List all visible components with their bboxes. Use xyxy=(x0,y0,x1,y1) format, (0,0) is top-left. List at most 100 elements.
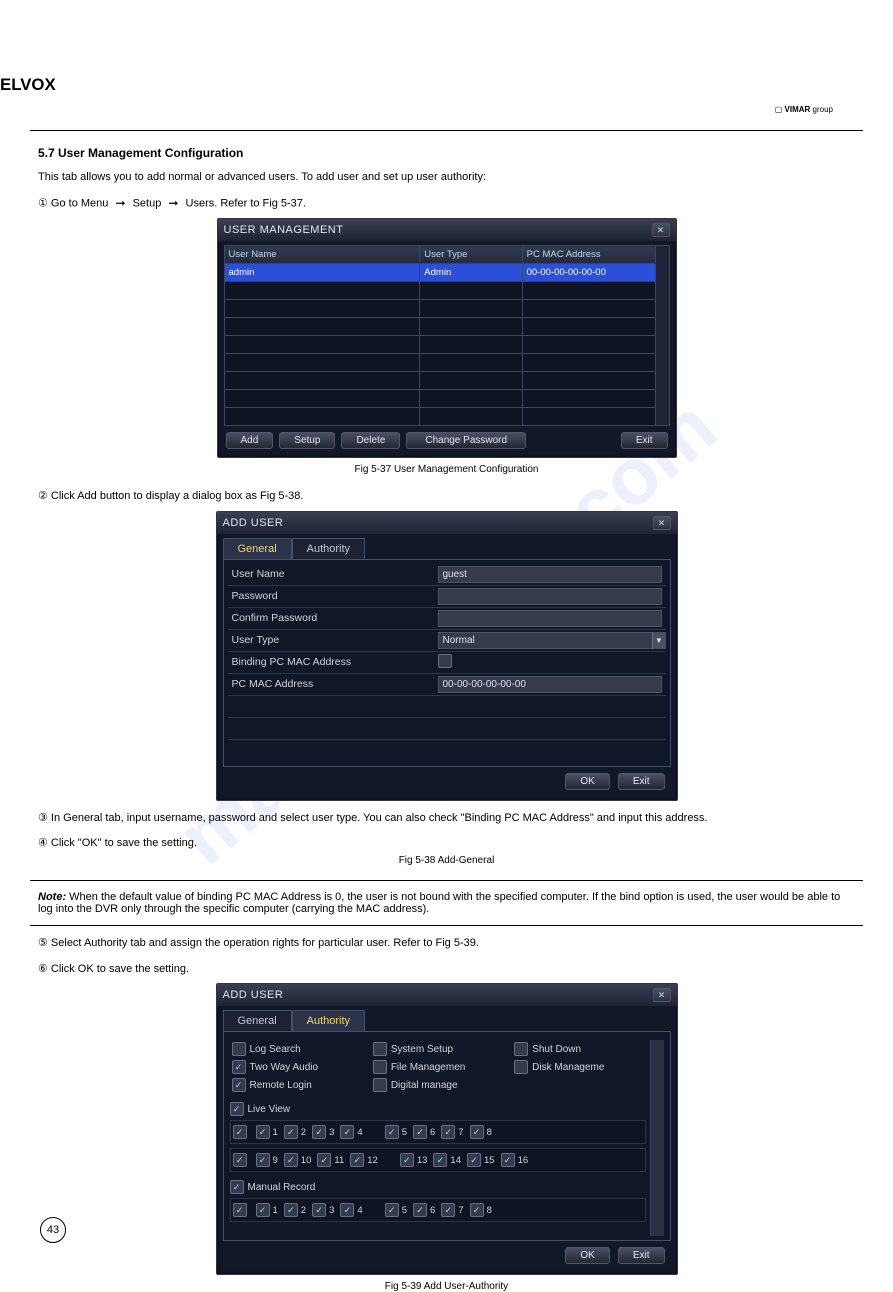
ok-button[interactable]: OK xyxy=(565,1247,609,1264)
svg-text:ELVOX: ELVOX xyxy=(0,75,56,94)
note-title: Note: xyxy=(38,891,66,903)
channel-checkbox[interactable]: ✓6 xyxy=(413,1125,435,1139)
tab-authority[interactable]: Authority xyxy=(292,1010,365,1031)
perm-remote-login[interactable]: ✓Remote Login xyxy=(232,1078,361,1092)
channel-checkbox[interactable]: ✓6 xyxy=(413,1203,435,1217)
tab-general[interactable]: General xyxy=(223,538,292,559)
tab-general[interactable]: General xyxy=(223,1010,292,1031)
perm-two-way-audio[interactable]: ✓Two Way Audio xyxy=(232,1060,361,1074)
section-heading: 5.7 User Management Configuration xyxy=(38,146,863,160)
perm-system-setup[interactable]: System Setup xyxy=(373,1042,502,1056)
perm-log-search[interactable]: Log Search xyxy=(232,1042,361,1056)
user-management-window: USER MANAGEMENT ✕ User Name User Type PC… xyxy=(217,218,677,458)
table-row xyxy=(224,372,669,390)
manual-record-label: Manual Record xyxy=(248,1182,316,1193)
channel-checkbox[interactable]: ✓7 xyxy=(441,1203,463,1217)
confirm-password-input[interactable] xyxy=(438,610,662,627)
vimar-text: VIMAR xyxy=(785,105,811,114)
tab-panel-general: User Name Password Confirm Password User… xyxy=(223,559,671,767)
channel-checkbox[interactable]: ✓ xyxy=(233,1153,250,1167)
channel-checkbox[interactable]: ✓8 xyxy=(470,1203,492,1217)
channel-checkbox[interactable]: ✓12 xyxy=(350,1153,378,1167)
perm-label: File Managemen xyxy=(391,1062,465,1073)
add-user-title: ADD USER xyxy=(223,517,284,529)
channel-checkbox[interactable]: ✓10 xyxy=(284,1153,312,1167)
add-user-titlebar: ADD USER ✕ xyxy=(217,512,677,534)
exit-button[interactable]: Exit xyxy=(618,1247,665,1264)
note-body: When the default value of binding PC MAC… xyxy=(38,891,840,915)
table-row xyxy=(224,300,669,318)
channel-checkbox[interactable]: ✓1 xyxy=(256,1203,278,1217)
table-row xyxy=(224,282,669,300)
pc-mac-input[interactable] xyxy=(438,676,662,693)
exit-button[interactable]: Exit xyxy=(618,773,665,790)
perm-label: System Setup xyxy=(391,1044,453,1055)
perm-empty xyxy=(514,1078,643,1092)
label-user-type: User Type xyxy=(228,634,438,646)
channel-checkbox[interactable]: ✓ xyxy=(233,1203,250,1217)
step1-pre: ① Go to Menu xyxy=(38,198,108,210)
tab-panel-authority: Log Search System Setup Shut Down ✓Two W… xyxy=(223,1031,671,1241)
channel-checkbox[interactable]: ✓1 xyxy=(256,1125,278,1139)
table-row[interactable]: admin Admin 00-00-00-00-00-00 xyxy=(224,264,669,282)
live-view-label: Live View xyxy=(248,1104,291,1115)
channel-checkbox[interactable]: ✓7 xyxy=(441,1125,463,1139)
chevron-down-icon[interactable]: ▼ xyxy=(652,632,666,649)
channel-checkbox[interactable]: ✓15 xyxy=(467,1153,495,1167)
channel-checkbox[interactable]: ✓5 xyxy=(385,1125,407,1139)
channel-checkbox[interactable]: ✓8 xyxy=(470,1125,492,1139)
ok-button[interactable]: OK xyxy=(565,773,609,790)
perm-live-view[interactable]: ✓Live View xyxy=(230,1102,646,1116)
close-icon[interactable]: ✕ xyxy=(652,223,670,237)
user-name-input[interactable] xyxy=(438,566,662,583)
channel-checkbox[interactable]: ✓5 xyxy=(385,1203,407,1217)
users-table-header: User Name User Type PC MAC Address xyxy=(224,246,669,264)
label-user-name: User Name xyxy=(228,568,438,580)
empty-row xyxy=(228,696,666,718)
label-bind-mac: Binding PC MAC Address xyxy=(228,656,438,668)
close-icon[interactable]: ✕ xyxy=(653,988,671,1002)
step-1: ① Go to Menu ➞ Setup ➞ Users. Refer to F… xyxy=(38,195,855,212)
perm-digital-manage[interactable]: Digital manage xyxy=(373,1078,502,1092)
password-input[interactable] xyxy=(438,588,662,605)
channel-checkbox[interactable]: ✓9 xyxy=(256,1153,278,1167)
live-view-channel-row-1: ✓ ✓1 ✓2 ✓3 ✓4 ✓5 ✓6 ✓7 ✓8 xyxy=(230,1120,646,1144)
perm-file-management[interactable]: File Managemen xyxy=(373,1060,502,1074)
perm-manual-record[interactable]: ✓Manual Record xyxy=(230,1180,646,1194)
channel-checkbox[interactable]: ✓3 xyxy=(312,1203,334,1217)
step-3: ③ In General tab, input username, passwo… xyxy=(38,811,855,826)
perm-label: Remote Login xyxy=(250,1080,312,1091)
fig38-caption: Fig 5-38 Add-General xyxy=(30,855,863,866)
perm-shut-down[interactable]: Shut Down xyxy=(514,1042,643,1056)
channel-checkbox[interactable]: ✓4 xyxy=(340,1125,362,1139)
exit-button[interactable]: Exit xyxy=(621,432,668,449)
table-row xyxy=(224,408,669,426)
channel-checkbox[interactable]: ✓14 xyxy=(433,1153,461,1167)
scrollbar[interactable] xyxy=(650,1040,664,1236)
step-2: ② Click Add button to display a dialog b… xyxy=(38,489,855,504)
close-icon[interactable]: ✕ xyxy=(653,516,671,530)
step1-users: Users. Refer to Fig 5-37. xyxy=(186,198,306,210)
delete-button[interactable]: Delete xyxy=(341,432,400,449)
perm-label: Log Search xyxy=(250,1044,301,1055)
cell-mac: 00-00-00-00-00-00 xyxy=(522,264,656,282)
col-usertype: User Type xyxy=(420,246,522,264)
scrollbar[interactable] xyxy=(656,246,669,426)
channel-checkbox[interactable]: ✓2 xyxy=(284,1203,306,1217)
channel-checkbox[interactable]: ✓2 xyxy=(284,1125,306,1139)
change-password-button[interactable]: Change Password xyxy=(406,432,526,449)
channel-checkbox[interactable]: ✓ xyxy=(233,1125,250,1139)
bind-mac-checkbox[interactable] xyxy=(438,654,452,668)
channel-checkbox[interactable]: ✓3 xyxy=(312,1125,334,1139)
channel-checkbox[interactable]: ✓16 xyxy=(501,1153,529,1167)
channel-checkbox[interactable]: ✓4 xyxy=(340,1203,362,1217)
channel-checkbox[interactable]: ✓11 xyxy=(317,1153,344,1167)
tab-authority[interactable]: Authority xyxy=(292,538,365,559)
user-type-select[interactable] xyxy=(438,632,662,649)
setup-button[interactable]: Setup xyxy=(279,432,335,449)
add-button[interactable]: Add xyxy=(226,432,274,449)
channel-checkbox[interactable]: ✓13 xyxy=(400,1153,428,1167)
perm-disk-management[interactable]: Disk Manageme xyxy=(514,1060,643,1074)
col-username: User Name xyxy=(224,246,420,264)
step-5: ⑤ Select Authority tab and assign the op… xyxy=(38,936,855,951)
